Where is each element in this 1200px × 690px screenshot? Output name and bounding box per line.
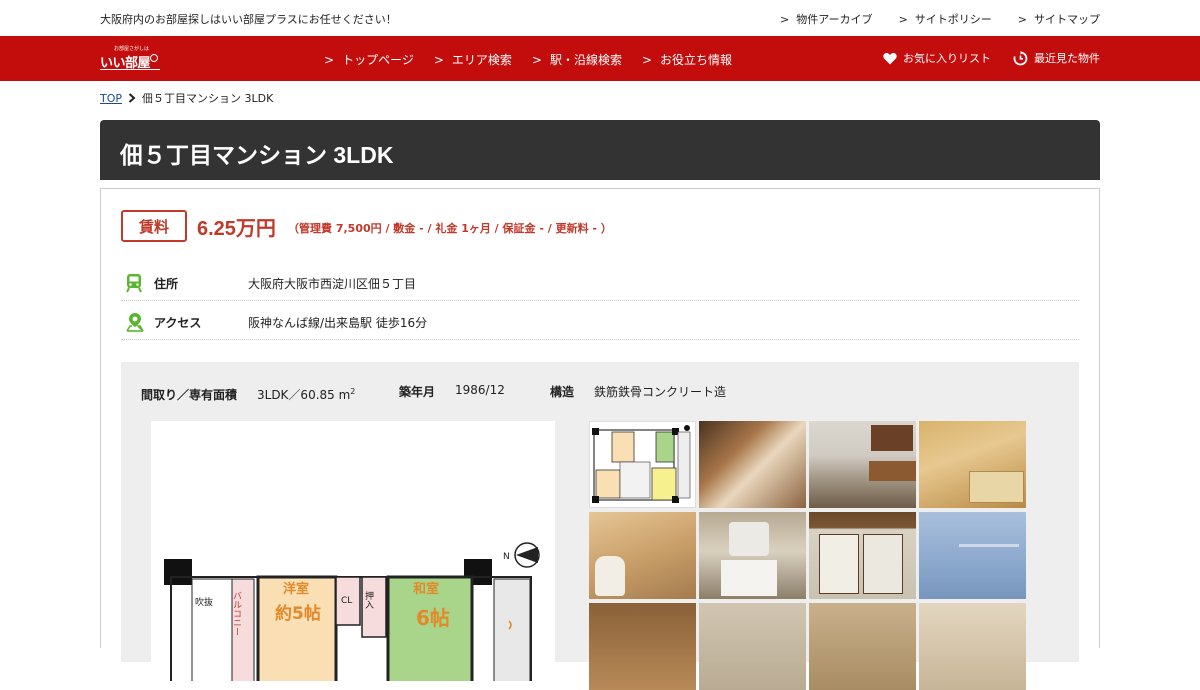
logo-underline — [100, 69, 160, 70]
svg-text:N: N — [503, 552, 510, 562]
gallery-thumb-closet[interactable] — [809, 512, 916, 599]
gallery-thumb-kitchen[interactable] — [809, 421, 916, 508]
gallery-thumb-toilet[interactable] — [589, 512, 696, 599]
history-clock-icon — [1013, 50, 1028, 65]
layout-label: 間取り／専有面積 — [141, 388, 238, 402]
gallery-thumb-room-4[interactable] — [919, 603, 1026, 690]
rent-detail: （管理費 7,500円 / 敷金 - / 礼金 1ヶ月 / 保証金 - / 更新… — [288, 222, 612, 235]
favorites-link[interactable]: お気に入りリスト — [883, 50, 991, 66]
floor-plan-drawing: N 吹抜 バルコニー 洋室 約5帖 CL 押入 和室 6帖 — [164, 542, 540, 681]
nav-station-search[interactable]: > 駅・沿線検索 — [532, 51, 622, 68]
gallery-thumb-washroom[interactable] — [699, 512, 806, 599]
breadcrumb-home[interactable]: TOP — [100, 92, 122, 105]
rent-label-badge: 賃料 — [121, 210, 187, 242]
chevron-right-icon: > — [531, 53, 542, 67]
chevron-right-icon: > — [1017, 13, 1027, 26]
chevron-right-icon — [128, 93, 136, 103]
gallery-thumb-bathroom[interactable] — [919, 421, 1026, 508]
floor-plan-image[interactable]: N 吹抜 バルコニー 洋室 約5帖 CL 押入 和室 6帖 — [151, 421, 555, 681]
nav-top-page[interactable]: > トップページ — [324, 51, 414, 68]
property-title-bar: 佃５丁目マンション 3LDK — [100, 120, 1100, 180]
structure-value: 鉄筋鉄骨コンクリート造 — [594, 385, 727, 399]
address-row: 住所 大阪府大阪市西淀川区佃５丁目 — [121, 263, 1079, 301]
gallery-thumb-storage[interactable] — [919, 512, 1026, 599]
chevron-right-icon: > — [898, 13, 908, 26]
svg-text:6帖: 6帖 — [416, 606, 450, 630]
property-detail-panel: 賃料 6.25万円 （管理費 7,500円 / 敷金 - / 礼金 1ヶ月 / … — [100, 188, 1100, 690]
svg-text:押入: 押入 — [363, 590, 374, 609]
top-bar: 大阪府内のお部屋探しはいい部屋プラスにお任せください！ > 物件アーカイブ > サイ… — [0, 0, 1200, 36]
logo-mark-icon — [150, 54, 158, 62]
map-pin-icon — [126, 313, 144, 332]
recently-viewed-link[interactable]: 最近見た物件 — [1013, 50, 1100, 66]
site-tagline: 大阪府内のお部屋探しはいい部屋プラスにお任せください！ — [100, 13, 397, 26]
chevron-right-icon: > — [780, 13, 790, 26]
train-icon — [126, 274, 142, 293]
access-value: 阪神なんば線/出来島駅 徒歩16分 — [248, 316, 428, 330]
nav-useful-info[interactable]: > お役立ち情報 — [642, 51, 732, 68]
main-nav: > トップページ > エリア検索 > 駅・沿線検索 > お役立ち情報 — [324, 51, 732, 68]
main-nav-bar: お部屋さがしは いい部屋 > トップページ > エリア検索 > 駅・沿線検索 > お役立… — [0, 36, 1200, 81]
logo-small-text: お部屋さがしは — [114, 46, 150, 52]
photo-gallery — [589, 421, 1029, 690]
access-row: アクセス 阪神なんば線/出来島駅 徒歩16分 — [121, 302, 1079, 340]
structure-label: 構造 — [550, 385, 575, 399]
link-sitemap[interactable]: > サイトマップ — [1018, 11, 1100, 27]
link-property-archive[interactable]: > 物件アーカイブ — [780, 11, 873, 27]
built-date-label: 築年月 — [399, 385, 436, 399]
gallery-thumb-hallway[interactable] — [699, 421, 806, 508]
gallery-thumb-room-2[interactable] — [699, 603, 806, 690]
rent-price: 6.25万円 — [197, 218, 276, 240]
nav-area-search[interactable]: > エリア検索 — [434, 51, 512, 68]
specs-gallery-box: 間取り／専有面積 3LDK／60.85 m2 築年月 1986/12 構造 鉄筋… — [121, 362, 1079, 690]
chevron-right-icon: > — [641, 53, 653, 67]
address-label: 住所 — [154, 277, 179, 291]
nav-right: お気に入りリスト 最近見た物件 — [883, 50, 1100, 66]
layout-value: 3LDK／60.85 m2 — [257, 387, 356, 402]
breadcrumb: TOP 佃５丁目マンション 3LDK — [100, 90, 273, 106]
svg-text:約5帖: 約5帖 — [275, 603, 321, 624]
chevron-right-icon: > — [433, 53, 444, 67]
svg-text:バルコニー: バルコニー — [231, 591, 242, 636]
svg-text:吹抜: 吹抜 — [195, 596, 213, 608]
svg-text:洋室: 洋室 — [283, 581, 309, 597]
top-links: > 物件アーカイブ > サイトポリシー > サイトマップ — [780, 11, 1100, 27]
address-value: 大阪府大阪市西淀川区佃５丁目 — [248, 277, 417, 291]
link-site-policy[interactable]: > サイトポリシー — [899, 11, 992, 27]
site-logo[interactable]: お部屋さがしは いい部屋 — [100, 45, 162, 73]
gallery-thumb-floorplan[interactable] — [589, 421, 696, 508]
property-title: 佃５丁目マンション 3LDK — [120, 142, 394, 168]
built-date-value: 1986/12 — [455, 383, 505, 397]
gallery-thumb-room-1[interactable] — [589, 603, 696, 690]
access-label: アクセス — [154, 316, 202, 330]
chevron-right-icon: > — [324, 53, 335, 67]
heart-icon — [883, 52, 897, 64]
gallery-thumb-room-3[interactable] — [809, 603, 916, 690]
svg-text:CL: CL — [341, 596, 352, 606]
breadcrumb-current: 佃５丁目マンション 3LDK — [142, 92, 274, 105]
svg-text:和室: 和室 — [413, 581, 439, 597]
